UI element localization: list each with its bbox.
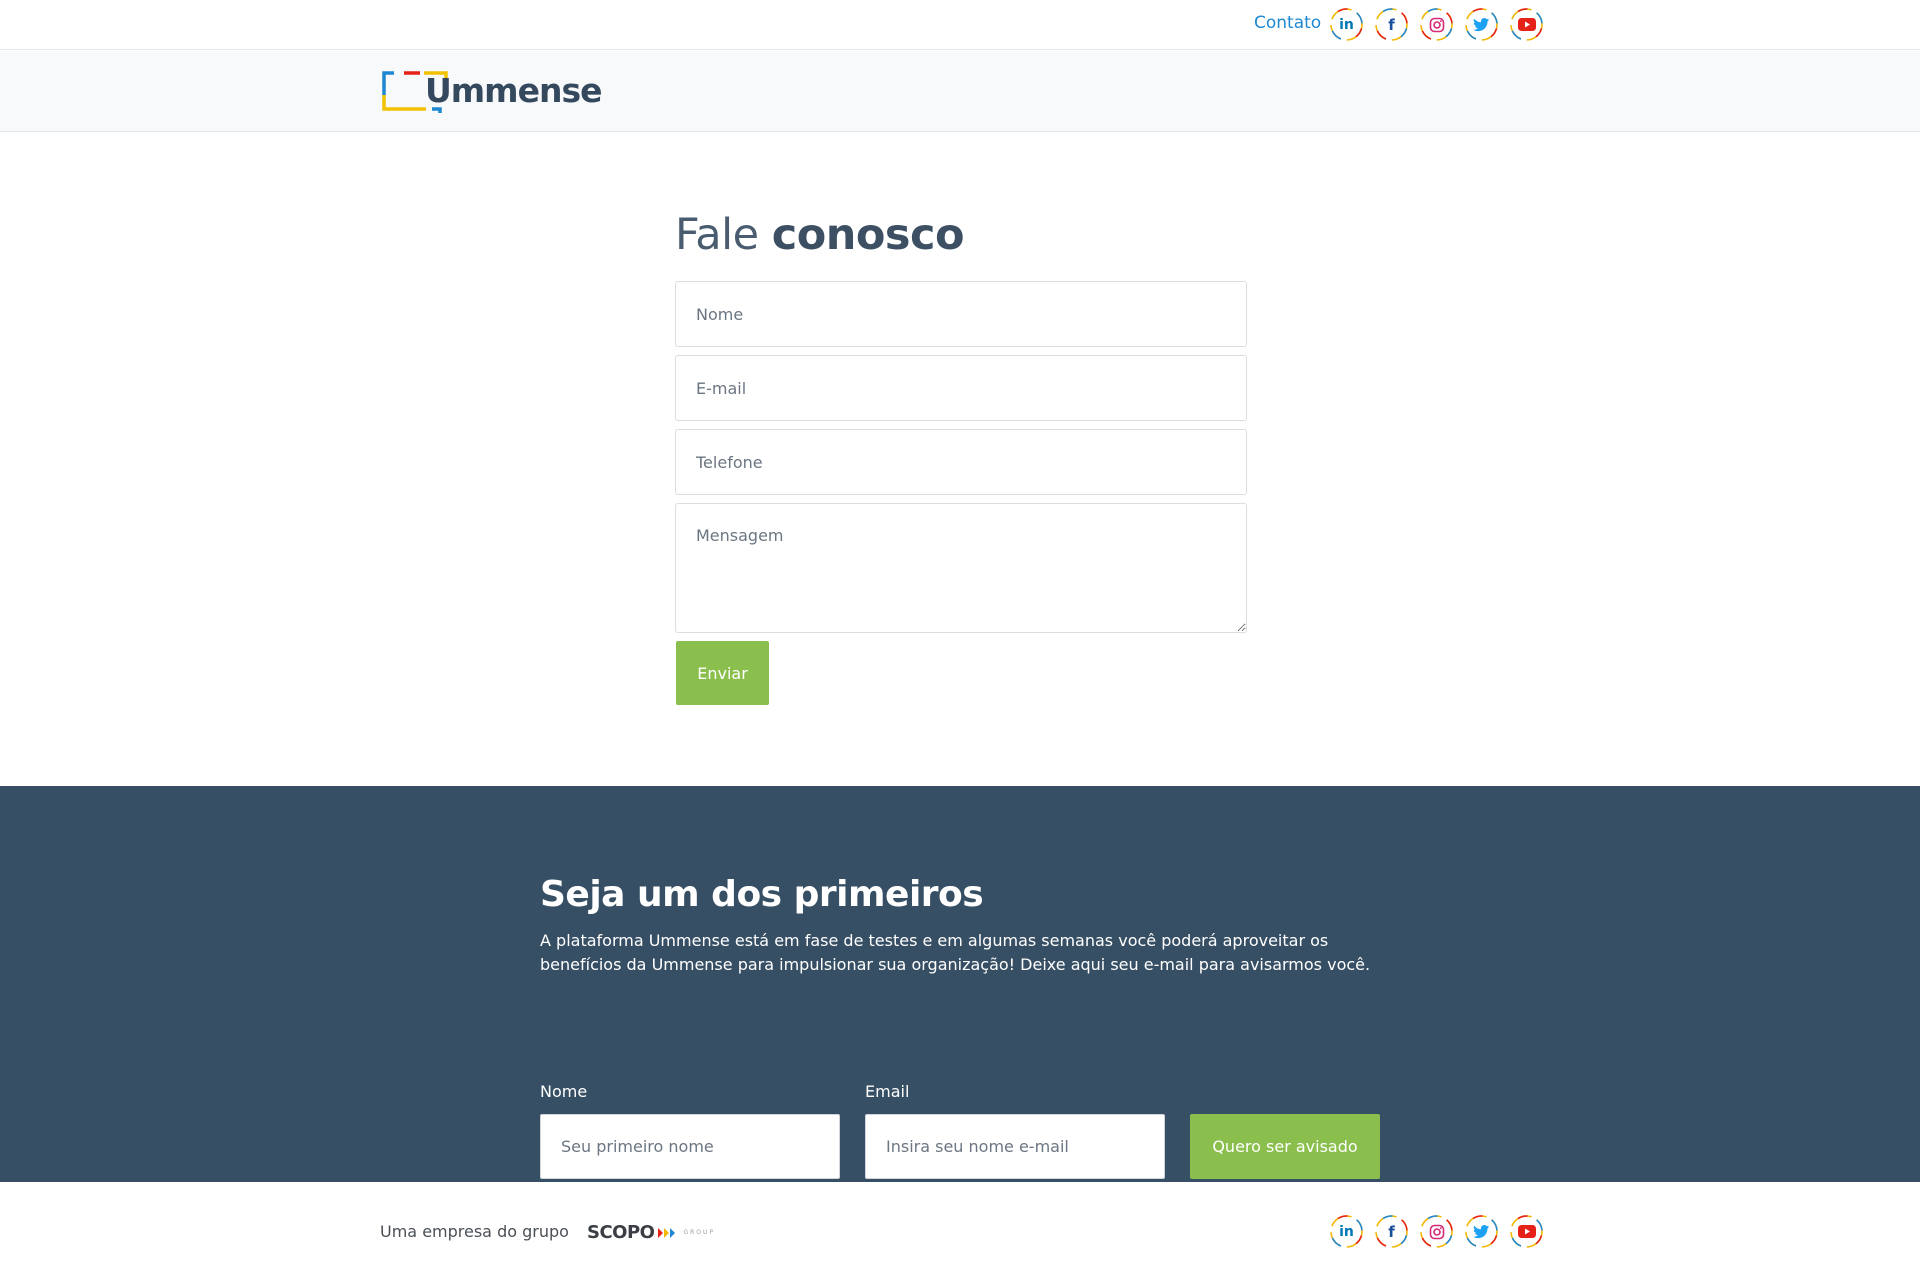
ummense-logo[interactable]: Ummense [380,65,602,117]
social-links-top: in f [1330,8,1543,41]
twitter-glyph [1473,17,1490,31]
linkedin-icon[interactable]: in [1330,8,1363,41]
twitter-icon[interactable] [1465,1215,1498,1248]
twitter-icon[interactable] [1465,8,1498,41]
twitter-glyph [1473,1224,1490,1238]
instagram-icon[interactable] [1420,8,1453,41]
youtube-glyph [1517,1225,1536,1238]
newsletter-email-input[interactable] [865,1114,1165,1179]
logo-wordmark: Ummense [425,71,602,110]
facebook-glyph: f [1388,1222,1395,1241]
contact-link[interactable]: Contato [1254,13,1321,33]
scopo-group-logo[interactable]: SCOPO GROUP [587,1222,715,1243]
newsletter-name-label: Nome [540,1082,588,1101]
scopo-wordmark: SCOPO [587,1222,655,1243]
instagram-glyph [1429,17,1444,32]
newsletter-title: Seja um dos primeiros [540,874,984,915]
facebook-icon[interactable]: f [1375,8,1408,41]
contact-phone-input[interactable] [675,429,1247,495]
title-bold: conosco [771,210,965,260]
facebook-glyph: f [1388,15,1395,34]
title-light: Fale [675,210,759,260]
youtube-icon[interactable] [1510,1215,1543,1248]
contact-name-input[interactable] [675,281,1247,347]
contact-form-section: Fale conosco Enviar [675,210,1247,705]
youtube-icon[interactable] [1510,8,1543,41]
facebook-icon[interactable]: f [1375,1215,1408,1248]
linkedin-glyph: in [1339,16,1354,33]
instagram-glyph [1429,1224,1444,1239]
send-button[interactable]: Enviar [676,641,769,705]
contact-title: Fale conosco [675,210,1247,260]
site-header: Ummense [0,51,1920,132]
newsletter-content: Seja um dos primeiros A plataforma Ummen… [540,874,1400,1179]
linkedin-glyph: in [1339,1223,1354,1240]
social-links-footer: in f [1330,1215,1543,1248]
notify-me-button[interactable]: Quero ser avisado [1190,1114,1380,1179]
contact-email-input[interactable] [675,355,1247,421]
instagram-icon[interactable] [1420,1215,1453,1248]
contact-message-textarea[interactable] [675,503,1247,633]
newsletter-description: A plataforma Ummense está em fase de tes… [540,931,1371,974]
youtube-glyph [1517,18,1536,31]
newsletter-name-input[interactable] [540,1114,840,1179]
newsletter-email-label: Email [865,1082,910,1101]
scopo-arrows-icon [658,1227,676,1238]
top-bar: Contato in f [0,0,1920,50]
scopo-group-sub: GROUP [683,1229,716,1236]
newsletter-band: Seja um dos primeiros A plataforma Ummen… [0,786,1920,1182]
footer-group-text: Uma empresa do grupo [380,1222,569,1241]
linkedin-icon[interactable]: in [1330,1215,1363,1248]
